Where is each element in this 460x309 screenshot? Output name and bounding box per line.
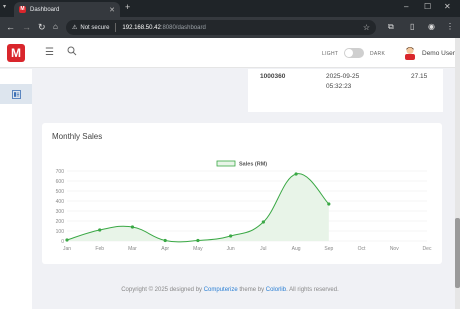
y-tick-label: 400 (56, 199, 65, 205)
y-tick-label: 700 (56, 169, 65, 175)
url-path: :8080/dashboard (160, 24, 206, 31)
favicon-icon: M (19, 6, 26, 13)
sales-line-chart: 0 100 200 300 400 500 600 700 Jan Feb Mar Apr May Jun… (56, 160, 432, 252)
menu-dots-icon[interactable]: ⋮ (446, 22, 454, 31)
browser-tabstrip: ▾ M Dashboard ✕ + – ☐ ✕ (0, 0, 460, 17)
footer: Copyright © 2025 designed by Computerize… (0, 287, 460, 293)
x-tick-label: Feb (95, 246, 104, 252)
extensions-icon[interactable]: ⧉ (388, 22, 394, 32)
browser-toolbar: ← → ↻ ⌂ ⚠ Not secure 192.168.50.42 :8080… (0, 17, 460, 38)
scrollbar-thumb[interactable] (455, 218, 460, 288)
data-point (196, 238, 200, 243)
table-cell-id: 1000360 (260, 73, 286, 80)
footer-link-colorlib[interactable]: Colorlib (266, 287, 286, 293)
dashboard-icon (11, 89, 21, 99)
data-point (130, 225, 135, 229)
data-point (163, 238, 167, 243)
series-area (67, 173, 329, 242)
theme-toggle[interactable] (344, 48, 364, 58)
warning-icon[interactable]: ⚠ (72, 24, 77, 31)
y-tick-label: 200 (56, 219, 65, 225)
bookmark-star-icon[interactable]: ☆ (363, 23, 370, 32)
minimize-icon[interactable]: – (404, 2, 408, 11)
x-tick-label: Oct (358, 246, 366, 252)
y-tick-label: 300 (56, 209, 65, 215)
hamburger-menu-icon[interactable]: ☰ (45, 47, 54, 58)
address-bar[interactable]: ⚠ Not secure 192.168.50.42 :8080/dashboa… (66, 20, 376, 35)
x-tick-label: Sep (324, 246, 333, 252)
x-tick-label: Mar (128, 246, 137, 252)
data-point (261, 220, 265, 224)
search-icon[interactable] (67, 46, 77, 56)
monthly-sales-card: Monthly Sales 0 100 200 300 400 500 600 700 Jan F… (42, 123, 442, 264)
reload-icon[interactable]: ↻ (38, 22, 46, 33)
back-icon[interactable]: ← (6, 22, 15, 32)
y-tick-label: 0 (61, 239, 64, 245)
maximize-icon[interactable]: ☐ (424, 2, 431, 11)
url-host: 192.168.50.42 (122, 24, 161, 31)
transactions-table: 1000360 2025-09-25 05:32:23 27.15 (248, 69, 443, 112)
x-tick-label: May (193, 246, 203, 252)
sidebar (0, 69, 32, 309)
footer-mid: theme by (237, 287, 266, 293)
sidebar-panel-icon[interactable]: ▯ (410, 22, 414, 31)
close-tab-icon[interactable]: ✕ (109, 6, 115, 14)
tab-search-icon[interactable]: ▾ (3, 3, 6, 10)
data-point (65, 238, 69, 242)
table-cell-date: 2025-09-25 (326, 73, 360, 80)
x-tick-label: Jul (260, 246, 266, 252)
browser-tab[interactable]: M Dashboard ✕ (14, 2, 120, 17)
x-tick-label: Jun (227, 246, 235, 252)
x-tick-label: Aug (292, 246, 301, 252)
app-logo[interactable]: M (7, 44, 25, 62)
footer-suffix: . All rights reserved. (286, 287, 339, 293)
x-tick-label: Nov (390, 246, 399, 252)
not-secure-label[interactable]: Not secure (80, 25, 109, 31)
data-point (98, 228, 102, 232)
table-cell-amount: 27.15 (411, 73, 428, 80)
user-name[interactable]: Demo User (422, 50, 455, 57)
dark-mode-label: DARK (370, 51, 386, 57)
app-header: M ☰ LIGHT DARK Demo User (0, 38, 460, 68)
page-scrollbar[interactable] (455, 38, 460, 309)
data-point (229, 234, 233, 238)
table-cell-time: 05:32:23 (326, 83, 352, 90)
y-tick-label: 600 (56, 179, 65, 185)
new-tab-icon[interactable]: + (125, 2, 130, 12)
data-point (294, 172, 298, 176)
sidebar-item-dashboard[interactable] (0, 84, 32, 104)
y-tick-label: 500 (56, 189, 65, 195)
footer-link-computerize[interactable]: Computerize (204, 287, 238, 293)
legend-swatch (216, 160, 236, 167)
x-tick-label: Apr (161, 246, 169, 252)
tab-title: Dashboard (30, 6, 60, 13)
profile-icon[interactable]: ◉ (428, 22, 435, 31)
footer-prefix: Copyright © 2025 designed by (121, 287, 204, 293)
forward-icon[interactable]: → (22, 22, 31, 32)
data-point (327, 202, 331, 206)
legend-label: Sales (RM) (239, 162, 267, 168)
x-tick-label: Jan (63, 246, 71, 252)
y-tick-label: 100 (56, 229, 65, 235)
light-mode-label: LIGHT (322, 51, 339, 57)
avatar[interactable] (403, 45, 417, 60)
window-close-icon[interactable]: ✕ (444, 2, 451, 11)
x-tick-label: Dec (423, 246, 432, 252)
home-icon[interactable]: ⌂ (53, 22, 58, 31)
